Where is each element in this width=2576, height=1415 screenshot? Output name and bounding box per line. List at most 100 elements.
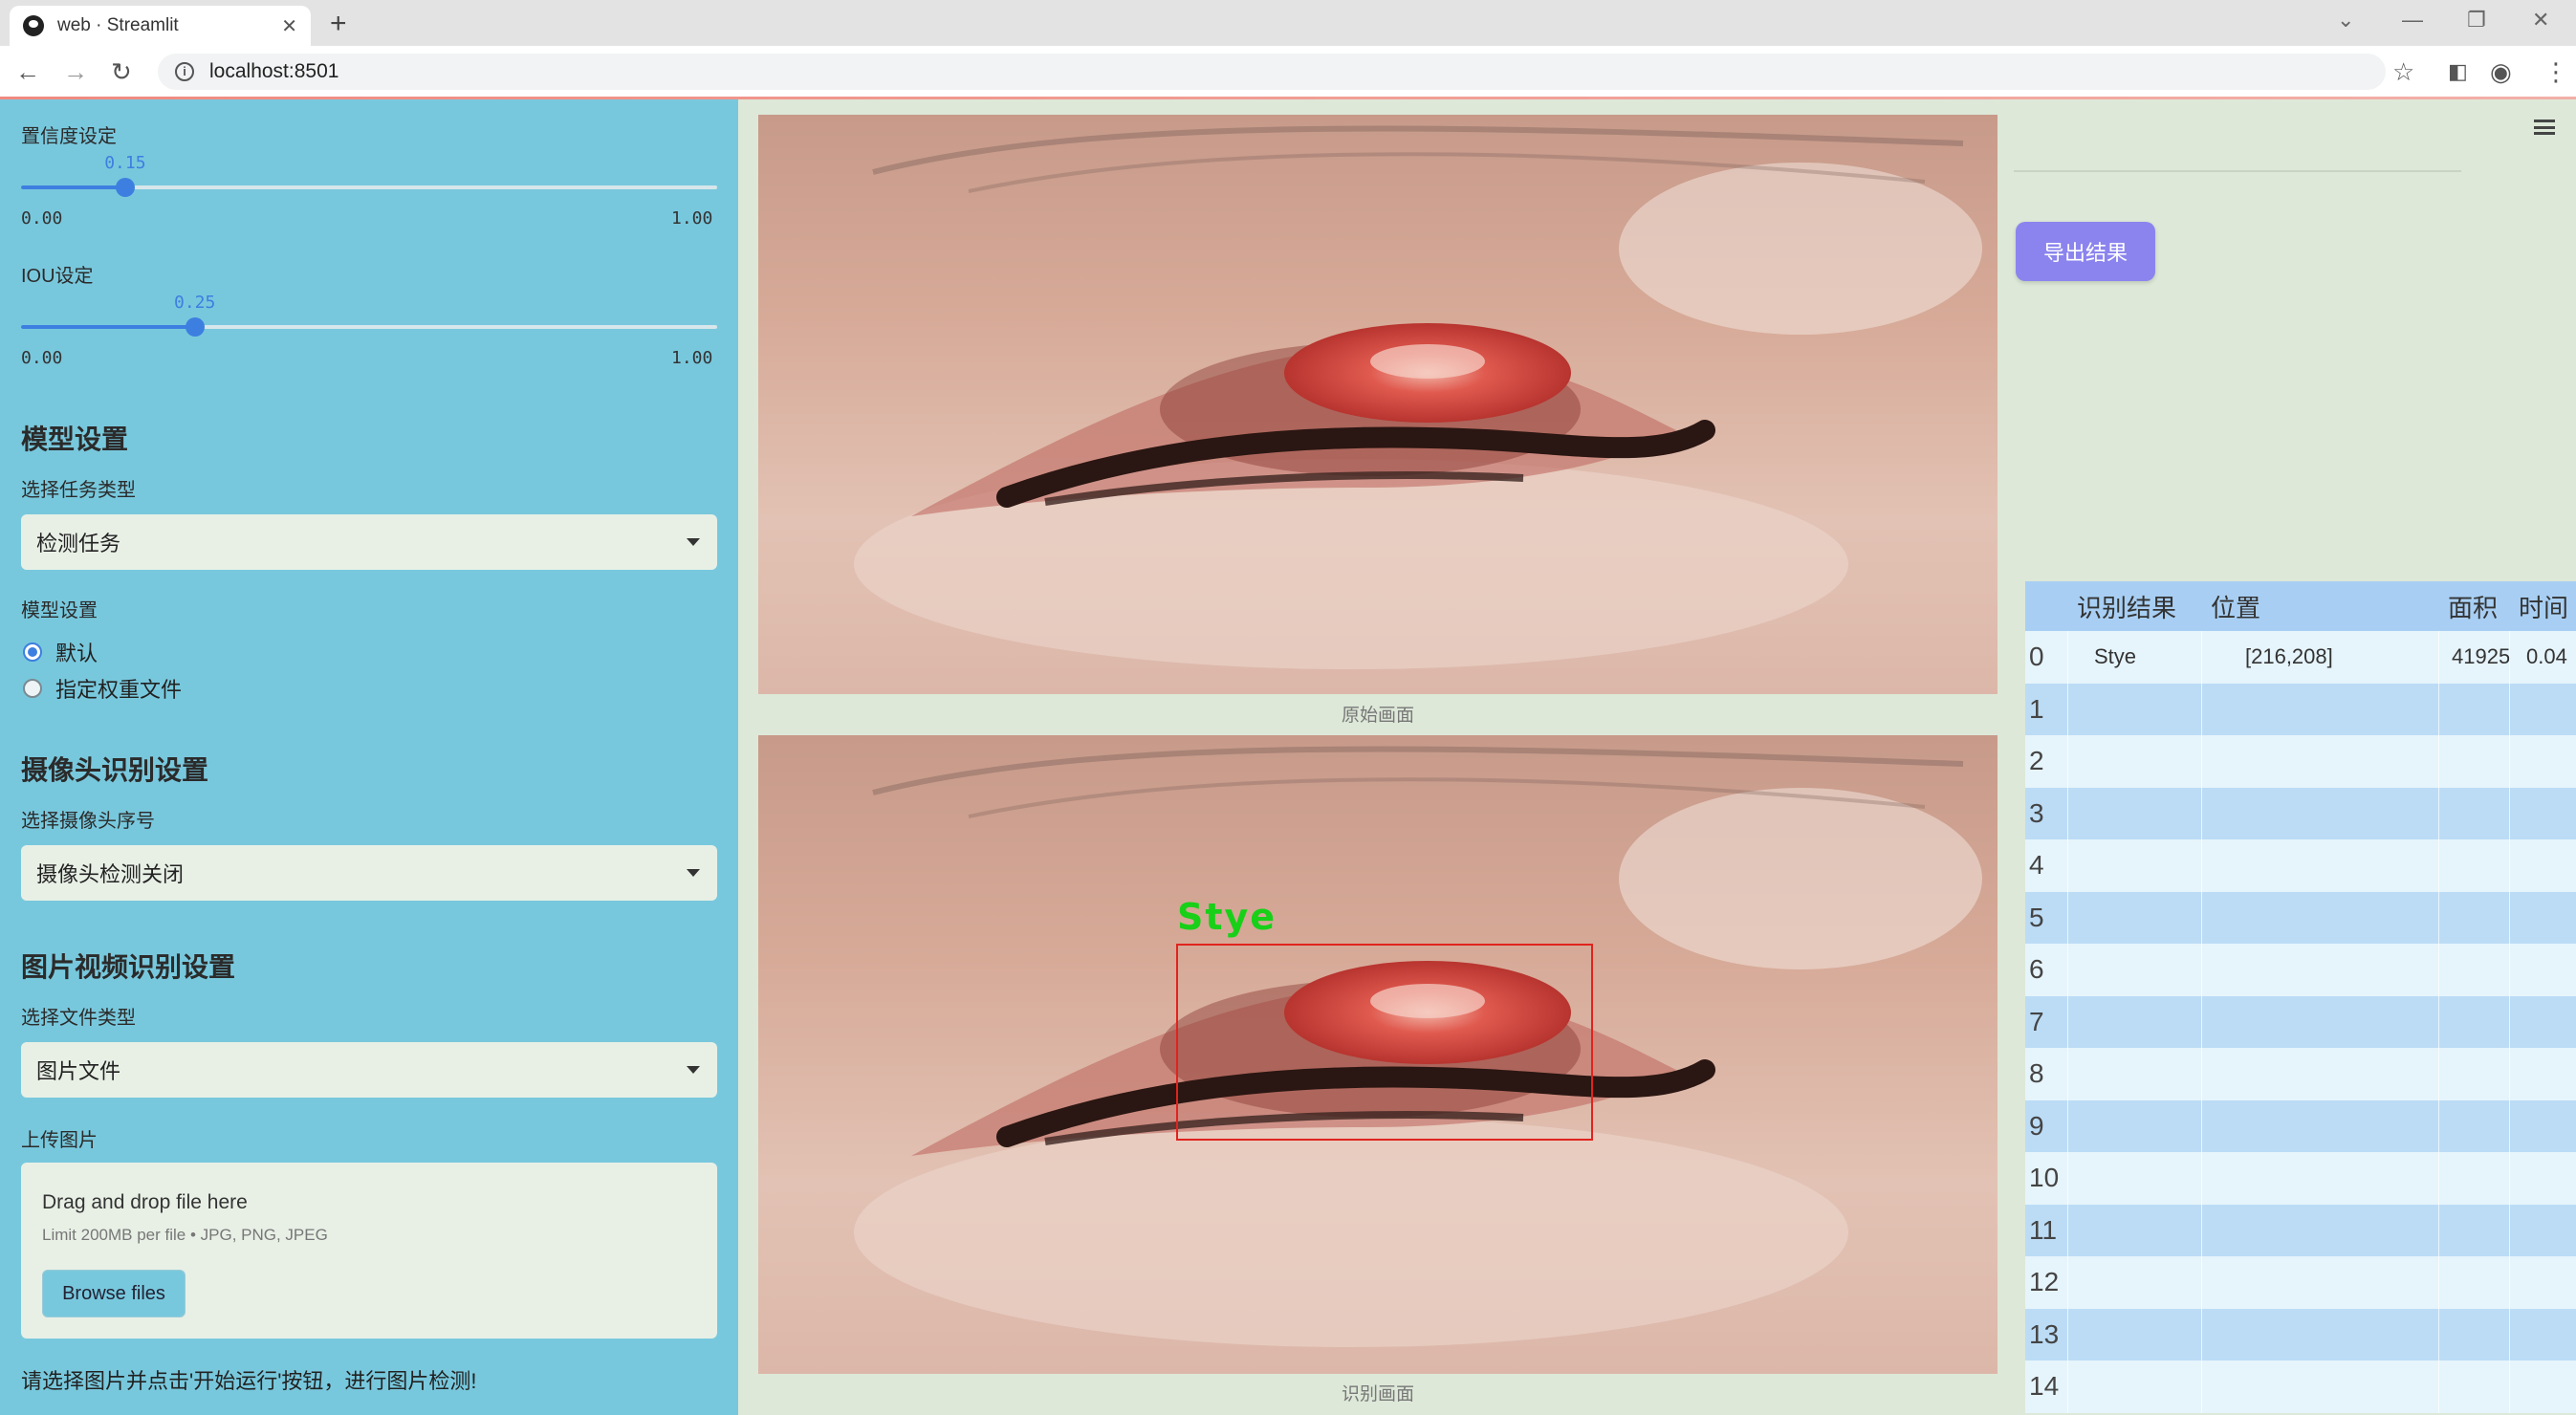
- detection-bounding-box: [1176, 944, 1593, 1141]
- table-row[interactable]: 5: [2025, 891, 2576, 944]
- row-index: 2: [2029, 746, 2044, 776]
- chevron-down-icon: [687, 538, 700, 546]
- table-row[interactable]: 7: [2025, 995, 2576, 1048]
- column-divider: [2067, 944, 2068, 996]
- row-index: 9: [2029, 1110, 2044, 1141]
- column-divider: [2201, 1361, 2202, 1413]
- export-results-button[interactable]: 导出结果: [2016, 222, 2155, 281]
- table-row[interactable]: 1: [2025, 683, 2576, 735]
- window-close-icon[interactable]: ✕: [2532, 8, 2549, 33]
- address-bar-row: ← → ↻ i localhost:8501 ☆ ◧ ◉ ⋮: [0, 46, 2576, 98]
- table-row[interactable]: 2: [2025, 735, 2576, 788]
- column-divider: [2509, 1204, 2510, 1256]
- result-caption: 识别画面: [1341, 1384, 1414, 1404]
- table-row[interactable]: 10: [2025, 1152, 2576, 1205]
- col-header-result[interactable]: 识别结果: [2077, 581, 2176, 631]
- table-row[interactable]: 6: [2025, 944, 2576, 996]
- minimize-icon[interactable]: —: [2402, 8, 2423, 33]
- file-dropzone[interactable]: Drag and drop file here Limit 200MB per …: [21, 1163, 717, 1339]
- table-header: 识别结果 位置 面积 时间: [2025, 581, 2576, 631]
- column-divider: [2201, 735, 2202, 788]
- iou-max: 1.00: [671, 348, 713, 368]
- table-row[interactable]: 8: [2025, 1048, 2576, 1100]
- column-divider: [2067, 1152, 2068, 1205]
- cell-result: Stye: [2094, 644, 2137, 669]
- radio-unselected-icon: [23, 679, 42, 698]
- column-divider: [2509, 1099, 2510, 1152]
- sidebar: 置信度设定 0.15 0.00 1.00 IOU设定 0.25 0.00 1.0…: [0, 99, 738, 1415]
- hamburger-menu-icon[interactable]: [2534, 120, 2555, 135]
- model-setting-label: 模型设置: [21, 600, 98, 621]
- iou-slider-thumb[interactable]: [186, 317, 205, 337]
- confidence-max: 1.00: [671, 208, 713, 229]
- column-divider: [2509, 683, 2510, 735]
- tab-list-chevron-icon[interactable]: ⌄: [2337, 8, 2354, 33]
- confidence-slider[interactable]: [21, 178, 717, 197]
- task-type-select[interactable]: 检测任务: [21, 514, 717, 570]
- reload-icon[interactable]: ↻: [111, 57, 132, 87]
- browser-tab[interactable]: web · Streamlit ✕: [10, 6, 311, 46]
- browser-menu-icon[interactable]: ⋮: [2543, 57, 2568, 87]
- table-row[interactable]: 14: [2025, 1361, 2576, 1413]
- back-icon[interactable]: ←: [15, 57, 40, 87]
- new-tab-icon[interactable]: +: [330, 8, 347, 40]
- url-field[interactable]: i localhost:8501: [158, 54, 2386, 90]
- camera-index-value: 摄像头检测关闭: [36, 862, 185, 886]
- column-divider: [2067, 683, 2068, 735]
- table-row[interactable]: 12: [2025, 1256, 2576, 1309]
- column-divider: [2067, 1099, 2068, 1152]
- column-divider: [2438, 1256, 2439, 1309]
- result-image: Stye: [758, 735, 1997, 1374]
- confidence-label: 置信度设定: [21, 126, 117, 147]
- column-divider: [2509, 995, 2510, 1048]
- column-divider: [2438, 839, 2439, 892]
- table-row[interactable]: 13: [2025, 1308, 2576, 1361]
- original-caption: 原始画面: [1341, 706, 1414, 726]
- side-panel-icon[interactable]: ◧: [2448, 59, 2468, 84]
- bookmark-star-icon[interactable]: ☆: [2392, 57, 2414, 87]
- column-divider: [2438, 735, 2439, 788]
- confidence-slider-fill: [21, 185, 126, 189]
- dropzone-title: Drag and drop file here: [42, 1191, 248, 1213]
- col-header-time[interactable]: 时间: [2519, 581, 2568, 631]
- table-row[interactable]: 0 Stye [216,208] 41925 0.04: [2025, 631, 2576, 684]
- column-divider: [2067, 787, 2068, 839]
- radio-default[interactable]: 默认: [23, 637, 98, 667]
- row-index: 1: [2029, 693, 2044, 724]
- column-divider: [2509, 944, 2510, 996]
- column-divider: [2201, 631, 2202, 684]
- profile-avatar-icon[interactable]: ◉: [2490, 57, 2512, 87]
- chevron-down-icon: [687, 1066, 700, 1074]
- table-row[interactable]: 11: [2025, 1204, 2576, 1256]
- cell-position: [216,208]: [2245, 644, 2333, 669]
- file-type-select[interactable]: 图片文件: [21, 1042, 717, 1098]
- column-divider: [2438, 995, 2439, 1048]
- restore-icon[interactable]: ❐: [2467, 8, 2486, 33]
- row-index: 3: [2029, 797, 2044, 828]
- task-type-label: 选择任务类型: [21, 480, 136, 501]
- row-index: 14: [2029, 1371, 2060, 1402]
- chevron-down-icon: [687, 869, 700, 877]
- browse-files-button[interactable]: Browse files: [42, 1270, 186, 1317]
- radio-custom-weights[interactable]: 指定权重文件: [23, 673, 182, 704]
- column-divider: [2067, 1308, 2068, 1361]
- col-header-area[interactable]: 面积: [2448, 581, 2498, 631]
- cell-time: 0.04: [2526, 644, 2567, 669]
- dropzone-limit: Limit 200MB per file • JPG, PNG, JPEG: [42, 1226, 328, 1244]
- table-row[interactable]: 3: [2025, 787, 2576, 839]
- iou-slider[interactable]: [21, 317, 717, 337]
- forward-icon[interactable]: →: [63, 57, 88, 87]
- camera-index-select[interactable]: 摄像头检测关闭: [21, 845, 717, 901]
- column-divider: [2201, 891, 2202, 944]
- col-header-position[interactable]: 位置: [2211, 581, 2260, 631]
- column-divider: [2509, 1308, 2510, 1361]
- column-divider: [2067, 1361, 2068, 1413]
- site-info-icon[interactable]: i: [175, 62, 194, 81]
- table-row[interactable]: 9: [2025, 1099, 2576, 1152]
- table-row[interactable]: 4: [2025, 839, 2576, 892]
- close-tab-icon[interactable]: ✕: [281, 14, 297, 38]
- confidence-slider-thumb[interactable]: [116, 178, 136, 197]
- cell-area: 41925: [2452, 644, 2511, 669]
- row-index: 6: [2029, 954, 2044, 985]
- column-divider: [2509, 891, 2510, 944]
